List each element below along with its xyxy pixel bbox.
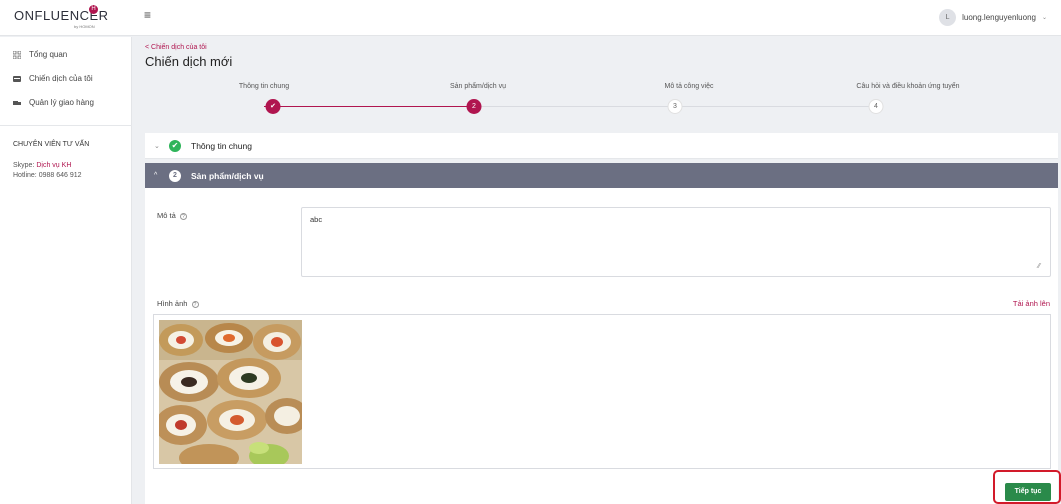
advisor-title: CHUYÊN VIÊN TƯ VẤN [13,141,90,148]
top-bar: ONFLUENCER H by HOMON ≡ L luong.lenguyen… [0,0,1061,36]
logo[interactable]: ONFLUENCER H by HOMON [14,5,108,32]
step-number-badge: 2 [169,169,181,182]
step-connector-done [264,106,474,107]
sidebar-item-label: Quản lý giao hàng [29,98,94,107]
sidebar-divider [0,125,132,126]
chevron-down-icon: ⌄ [154,142,160,150]
skype-label: Skype: [13,162,35,169]
stepper: Thông tin chung ✔ Sản phẩm/dịch vụ 2 Mô … [145,78,1058,126]
description-label: Mô tả ? [157,211,187,220]
logo-badge: H [89,5,98,14]
sidebar-item-delivery[interactable]: Quản lý giao hàng [13,98,94,107]
continue-button[interactable]: Tiếp tục [1005,483,1051,501]
advisor-skype: Skype: Dịch vụ KH [13,162,71,169]
panel-title: Sản phẩm/dịch vụ [191,170,264,181]
sidebar-item-overview[interactable]: Tổng quan [12,50,68,59]
image-label: Hình ảnh ? [157,299,199,308]
step-label-general: Thông tin chung [238,83,290,90]
step-3-marker[interactable]: 3 [667,99,683,114]
uploaded-image[interactable] [159,320,302,464]
sidebar-item-label: Tổng quan [29,50,68,59]
step-1-check-icon[interactable]: ✔ [265,99,281,114]
sidebar: Tổng quan Chiến dịch của tôi Quản lý gia… [0,37,132,504]
step-label-product: Sản phẩm/dịch vụ [449,83,507,90]
user-menu[interactable]: L luong.lenguyenluong ⌄ [939,9,1047,26]
chevron-down-icon: ⌄ [1041,15,1047,21]
truck-icon [13,99,21,107]
list-icon [13,75,21,83]
check-icon: ✔ [169,139,181,152]
user-name: luong.lenguyenluong [962,13,1036,22]
hotline-label: Hotline: [13,172,37,179]
skype-link[interactable]: Dịch vụ KH [36,162,71,169]
page-title: Chiến dịch mới [145,54,233,69]
image-dropzone[interactable] [153,314,1051,469]
step-2-marker[interactable]: 2 [466,99,482,114]
step-4-marker[interactable]: 4 [868,99,884,114]
resize-handle-icon[interactable]: ⁄⁄ [1038,263,1040,270]
description-label-text: Mô tả [157,211,176,220]
step-label-job: Mô tả công việc [664,83,714,90]
hotline-value: 0988 646 912 [38,172,82,179]
grid-icon [12,50,22,59]
panel-general-info[interactable]: ⌄ ✔ Thông tin chung [145,133,1058,159]
avatar: L [939,9,957,26]
chevron-up-icon: ^ [154,172,158,179]
help-icon[interactable]: ? [191,300,199,308]
logo-subtitle: by HOMON [74,24,95,29]
help-icon[interactable]: ? [179,212,187,220]
upload-image-link[interactable]: Tải ảnh lên [1013,299,1050,308]
sidebar-item-label: Chiến dịch của tôi [29,74,93,83]
panel-title: Thông tin chung [191,140,252,151]
advisor-hotline: Hotline: 0988 646 912 [13,172,82,179]
description-textarea[interactable]: abc [301,207,1051,277]
sidebar-item-my-campaigns[interactable]: Chiến dịch của tôi [13,74,93,83]
panel-product-header[interactable]: ^ 2 Sản phẩm/dịch vụ [145,163,1058,188]
breadcrumb[interactable]: < Chiến dịch của tôi [145,44,207,51]
panel-product-body: Mô tả ? abc ⁄⁄ Hình ảnh ? Tải ảnh lên [145,188,1058,504]
hamburger-menu-icon[interactable]: ≡ [144,8,151,22]
step-label-questions: Câu hỏi và điều khoản ứng tuyển [856,83,960,90]
image-label-text: Hình ảnh [157,299,188,308]
